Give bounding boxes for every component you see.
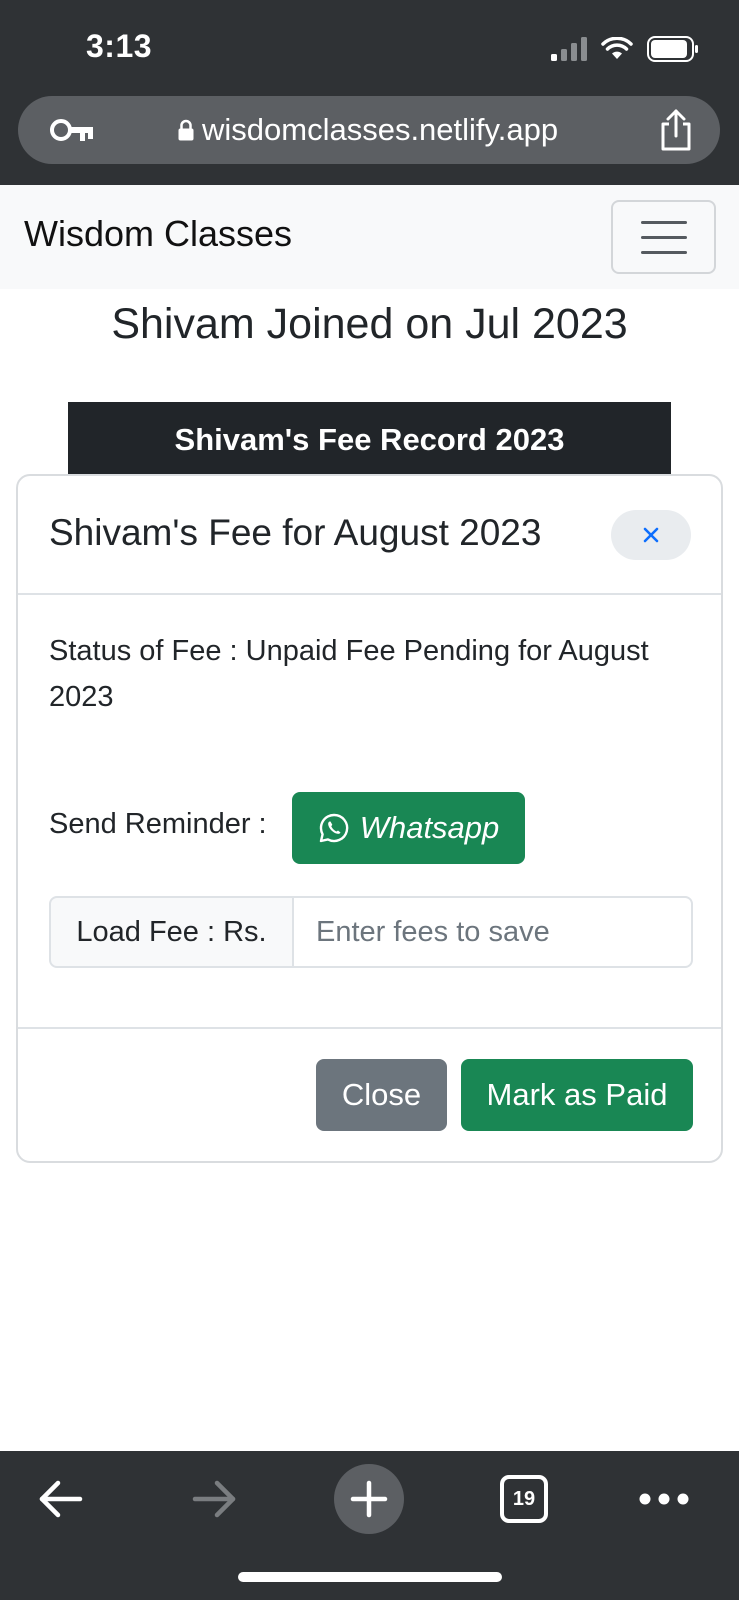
wifi-icon xyxy=(601,37,633,59)
url-bar[interactable]: wisdomclasses.netlify.app xyxy=(18,96,720,164)
navbar-brand[interactable]: Wisdom Classes xyxy=(24,213,292,255)
fee-record-header: Shivam's Fee Record 2023 xyxy=(68,402,671,474)
browser-bottom-toolbar: 19 xyxy=(0,1451,739,1600)
back-arrow-icon xyxy=(39,1480,83,1518)
modal-footer: Close Mark as Paid xyxy=(18,1027,721,1163)
modal-close-x-button[interactable] xyxy=(611,510,691,560)
navbar-toggler-button[interactable] xyxy=(611,200,716,274)
close-icon xyxy=(643,527,659,543)
send-reminder-label: Send Reminder : xyxy=(49,808,267,840)
forward-button[interactable] xyxy=(185,1469,245,1529)
status-icons xyxy=(551,36,699,62)
more-icon xyxy=(639,1493,689,1505)
whatsapp-reminder-button[interactable]: Whatsapp xyxy=(292,792,525,864)
fee-modal: Shivam's Fee for August 2023 Status of F… xyxy=(16,474,723,1163)
site-navbar: Wisdom Classes xyxy=(0,185,739,289)
url-text: wisdomclasses.netlify.app xyxy=(202,112,559,147)
url-display[interactable]: wisdomclasses.netlify.app xyxy=(178,112,558,148)
tabs-button[interactable]: 19 xyxy=(500,1475,548,1523)
status-time: 3:13 xyxy=(86,28,153,64)
plus-icon xyxy=(350,1480,388,1518)
more-menu-button[interactable] xyxy=(638,1469,690,1529)
modal-header: Shivam's Fee for August 2023 xyxy=(18,476,721,595)
fee-amount-input[interactable] xyxy=(292,896,693,968)
mark-as-paid-button[interactable]: Mark as Paid xyxy=(461,1059,693,1131)
whatsapp-icon xyxy=(319,813,349,843)
load-fee-input-group: Load Fee : Rs. xyxy=(49,896,693,968)
share-icon[interactable] xyxy=(658,108,694,152)
close-button[interactable]: Close xyxy=(316,1059,447,1131)
fee-status-text: Status of Fee : Unpaid Fee Pending for A… xyxy=(49,635,649,713)
forward-arrow-icon xyxy=(192,1480,236,1518)
battery-icon xyxy=(647,36,698,62)
tab-count: 19 xyxy=(512,1487,536,1510)
load-fee-prefix: Load Fee : Rs. xyxy=(49,896,294,968)
browser-top-chrome: 3:13 wisdomclasses.netlify.app xyxy=(0,0,739,185)
back-button[interactable] xyxy=(30,1469,90,1529)
home-indicator xyxy=(238,1572,502,1582)
hamburger-icon xyxy=(640,220,687,224)
signal-icon xyxy=(551,37,587,61)
hamburger-icon xyxy=(640,250,687,254)
hamburger-icon xyxy=(640,235,687,239)
key-icon[interactable] xyxy=(50,116,94,144)
whatsapp-button-label: Whatsapp xyxy=(359,810,500,845)
page-title: Shivam Joined on Jul 2023 xyxy=(111,300,628,348)
lock-icon xyxy=(178,119,194,141)
new-tab-button[interactable] xyxy=(334,1464,404,1534)
modal-title: Shivam's Fee for August 2023 xyxy=(49,512,542,553)
